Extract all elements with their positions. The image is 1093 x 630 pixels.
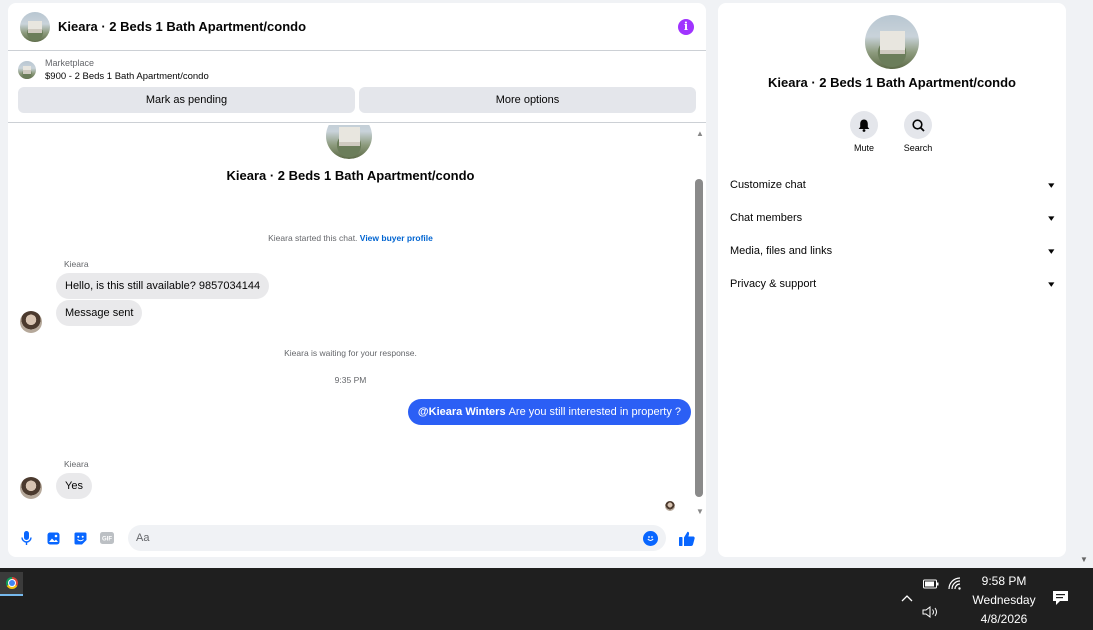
message-bubble[interactable]: Message sent: [56, 300, 143, 326]
battery-icon[interactable]: [923, 578, 939, 592]
info-title: Kieara · 2 Beds 1 Bath Apartment/condo: [767, 75, 1016, 90]
clock-time: 9:58 PM: [981, 574, 1027, 588]
outgoing-message-bubble[interactable]: @Kieara Winters Are you still interested…: [407, 399, 691, 425]
mention[interactable]: @Kieara Winters: [418, 406, 506, 418]
chat-info-panel: Kieara · 2 Beds 1 Bath Apartment/condo M…: [718, 3, 1066, 557]
chat-panel: Kieara · 2 Beds 1 Bath Apartment/condo i…: [8, 3, 706, 557]
chrome-icon: [5, 577, 18, 589]
section-label: Customize chat: [730, 179, 806, 191]
photo-icon[interactable]: [45, 530, 61, 546]
mute-button[interactable]: Mute: [844, 111, 884, 153]
message-input[interactable]: [136, 532, 643, 544]
scroll-up-arrow-icon[interactable]: ▲: [694, 129, 706, 139]
chat-title[interactable]: Kieara · 2 Beds 1 Bath Apartment/condo: [58, 19, 678, 34]
gif-icon[interactable]: GIF: [99, 530, 115, 546]
started-text: Kieara started this chat.: [268, 233, 358, 243]
waiting-notice: Kieara is waiting for your response.: [284, 348, 417, 358]
chevron-down-icon: ▾: [1048, 278, 1055, 289]
intro-avatar: [326, 125, 372, 159]
section-label: Privacy & support: [730, 278, 817, 290]
clock-date: 4/8/2026: [980, 612, 1028, 626]
bell-icon[interactable]: [850, 111, 878, 139]
chevron-down-icon: ▾: [1048, 245, 1055, 256]
sender-avatar[interactable]: [20, 311, 42, 333]
notifications-icon[interactable]: [1052, 590, 1069, 611]
microphone-icon[interactable]: [18, 530, 34, 546]
mark-as-pending-button[interactable]: Mark as pending: [18, 87, 355, 113]
listing-title: $900 - 2 Beds 1 Bath Apartment/condo: [45, 71, 209, 82]
clock-day: Wednesday: [972, 593, 1036, 607]
thumbs-up-icon[interactable]: [678, 529, 696, 547]
search-button[interactable]: Search: [898, 111, 938, 153]
message-list: Kieara · 2 Beds 1 Bath Apartment/condo K…: [8, 125, 693, 517]
message-timestamp: 9:35 PM: [334, 375, 367, 385]
message-bubble[interactable]: Hello, is this still available? 98570341…: [56, 273, 270, 299]
customize-chat-section[interactable]: Customize chat ▾: [730, 175, 1055, 195]
chevron-down-icon: ▾: [1048, 212, 1055, 223]
listing-avatar[interactable]: [20, 11, 50, 42]
chat-started-notice: Kieara started this chat. View buyer pro…: [8, 233, 693, 243]
taskbar: 9:58 PM Wednesday 4/8/2026: [0, 568, 1093, 630]
show-hidden-icons-icon[interactable]: [901, 591, 913, 605]
listing-thumbnail: [18, 61, 36, 79]
chrome-taskbar-button[interactable]: [0, 572, 23, 596]
message-input-box[interactable]: [128, 525, 666, 551]
sticker-icon[interactable]: [72, 530, 88, 546]
volume-icon[interactable]: [922, 606, 940, 621]
system-clock[interactable]: 9:58 PM Wednesday 4/8/2026: [966, 572, 1042, 629]
scroll-thumb[interactable]: [695, 179, 703, 497]
page-scroll-down-icon[interactable]: ▼: [1080, 555, 1088, 564]
section-label: Chat members: [730, 212, 803, 224]
outgoing-message-text: Are you still interested in property ?: [508, 406, 681, 418]
message-scrollbar[interactable]: ▲ ▼: [694, 127, 706, 517]
intro-title: Kieara · 2 Beds 1 Bath Apartment/condo: [226, 168, 475, 183]
chevron-down-icon: ▾: [1048, 179, 1055, 190]
info-icon[interactable]: i: [678, 18, 694, 35]
message-bubble[interactable]: Yes: [56, 473, 92, 499]
sender-name: Kieara: [64, 259, 89, 269]
scroll-down-arrow-icon[interactable]: ▼: [694, 507, 706, 517]
emoji-icon[interactable]: [643, 530, 658, 546]
chat-members-section[interactable]: Chat members ▾: [730, 208, 1055, 228]
search-icon[interactable]: [904, 111, 932, 139]
composer: GIF: [8, 519, 706, 557]
mute-label: Mute: [853, 143, 874, 153]
section-label: Media, files and links: [730, 245, 833, 257]
page-scrollbar[interactable]: ▼: [1078, 0, 1093, 568]
media-files-links-section[interactable]: Media, files and links ▾: [730, 241, 1055, 261]
view-buyer-profile-link[interactable]: View buyer profile: [360, 233, 433, 243]
chat-header: Kieara · 2 Beds 1 Bath Apartment/condo i: [8, 3, 706, 51]
info-avatar[interactable]: [865, 15, 919, 69]
sender-avatar[interactable]: [20, 477, 42, 499]
privacy-support-section[interactable]: Privacy & support ▾: [730, 274, 1055, 294]
marketplace-bar: Marketplace $900 - 2 Beds 1 Bath Apartme…: [8, 51, 706, 123]
search-label: Search: [903, 143, 933, 153]
more-options-button[interactable]: More options: [359, 87, 696, 113]
gif-icon-label: GIF: [102, 537, 112, 543]
sender-name: Kieara: [64, 459, 89, 469]
marketplace-label: Marketplace: [45, 58, 95, 68]
seen-indicator-avatar: [665, 501, 675, 511]
wifi-icon[interactable]: [948, 577, 962, 593]
listing-row[interactable]: Marketplace $900 - 2 Beds 1 Bath Apartme…: [18, 57, 696, 83]
